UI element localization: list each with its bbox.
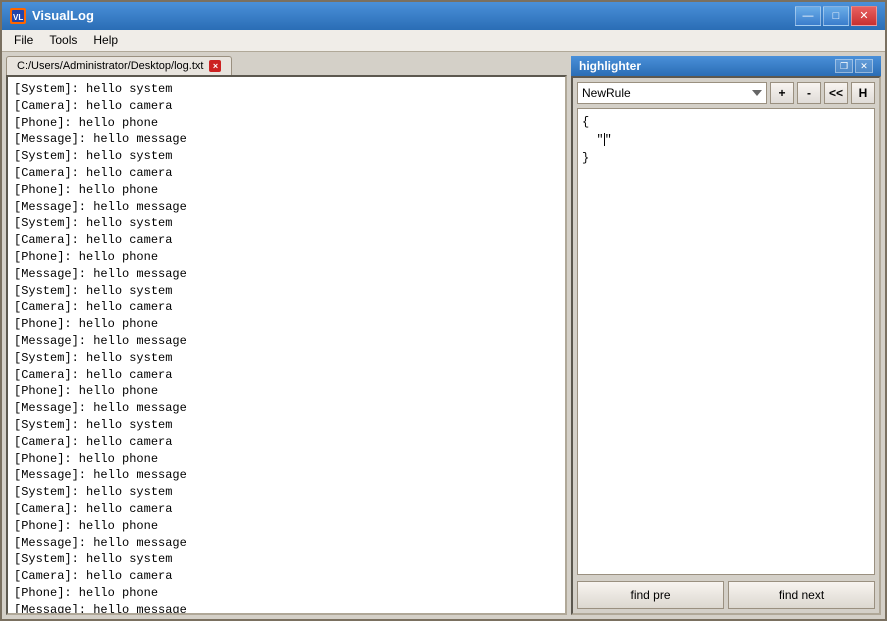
log-tab[interactable]: C:/Users/Administrator/Desktop/log.txt × bbox=[6, 56, 232, 75]
title-bar: VL VisualLog — □ ✕ bbox=[2, 2, 885, 30]
tab-bar: C:/Users/Administrator/Desktop/log.txt × bbox=[6, 56, 567, 75]
menu-file[interactable]: File bbox=[6, 31, 41, 49]
menu-tools[interactable]: Tools bbox=[41, 31, 85, 49]
find-pre-button[interactable]: find pre bbox=[577, 581, 724, 609]
svg-text:VL: VL bbox=[13, 13, 23, 22]
prev-rule-button[interactable]: << bbox=[824, 82, 848, 104]
rule-select[interactable]: NewRule bbox=[577, 82, 767, 104]
menu-help[interactable]: Help bbox=[85, 31, 126, 49]
add-rule-button[interactable]: + bbox=[770, 82, 794, 104]
rule-editor[interactable]: { "" } bbox=[577, 108, 875, 575]
panel-title: highlighter bbox=[579, 59, 641, 73]
panel-title-controls: ❐ ✕ bbox=[835, 59, 873, 73]
main-window: VL VisualLog — □ ✕ File Tools Help C:/Us… bbox=[0, 0, 887, 621]
tab-close-button[interactable]: × bbox=[209, 60, 221, 72]
panel-restore-button[interactable]: ❐ bbox=[835, 59, 853, 73]
close-button[interactable]: ✕ bbox=[851, 6, 877, 26]
rule-editor-content: { "" } bbox=[582, 113, 870, 167]
maximize-button[interactable]: □ bbox=[823, 6, 849, 26]
find-buttons: find pre find next bbox=[577, 581, 875, 609]
highlight-button[interactable]: H bbox=[851, 82, 875, 104]
log-content-wrapper: [System]: hello system [Camera]: hello c… bbox=[6, 75, 567, 615]
tab-label: C:/Users/Administrator/Desktop/log.txt bbox=[17, 60, 203, 72]
menu-bar: File Tools Help bbox=[2, 30, 885, 52]
remove-rule-button[interactable]: - bbox=[797, 82, 821, 104]
rule-toolbar: NewRule + - << H bbox=[577, 82, 875, 104]
app-icon: VL bbox=[10, 8, 26, 24]
panel-title-bar: highlighter ❐ ✕ bbox=[571, 56, 881, 76]
title-bar-controls: — □ ✕ bbox=[795, 6, 877, 26]
title-bar-left: VL VisualLog bbox=[10, 8, 94, 24]
log-content[interactable]: [System]: hello system [Camera]: hello c… bbox=[8, 77, 565, 613]
panel-close-button[interactable]: ✕ bbox=[855, 59, 873, 73]
log-panel: C:/Users/Administrator/Desktop/log.txt ×… bbox=[6, 56, 567, 615]
highlighter-inner: NewRule + - << H { "" } find pre find ne… bbox=[571, 76, 881, 615]
highlighter-panel: highlighter ❐ ✕ NewRule + - << H bbox=[571, 56, 881, 615]
minimize-button[interactable]: — bbox=[795, 6, 821, 26]
find-next-button[interactable]: find next bbox=[728, 581, 875, 609]
main-content: C:/Users/Administrator/Desktop/log.txt ×… bbox=[2, 52, 885, 619]
window-title: VisualLog bbox=[32, 8, 94, 23]
